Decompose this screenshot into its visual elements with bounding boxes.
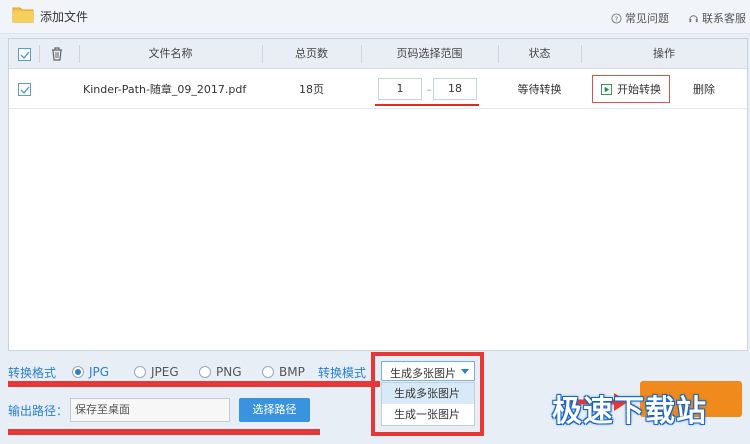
faq-label: 常见问题 — [625, 12, 669, 25]
faq-link[interactable]: ? 常见问题 — [611, 10, 669, 26]
service-label: 联系客服 — [702, 12, 746, 25]
output-path-label: 输出路径： — [8, 404, 69, 418]
watermark-logo: 极速下载站 — [552, 394, 707, 429]
radio-jpeg[interactable] — [134, 366, 146, 378]
chevron-down-icon — [461, 369, 469, 374]
format-label: 转换格式 — [8, 366, 57, 380]
range-highlight — [375, 104, 479, 106]
add-file-button[interactable]: 添加文件 — [40, 8, 88, 25]
table-row: Kinder-Path-随章_09_2017.pdf 18页 1 – 18 等待… — [9, 70, 747, 109]
contact-service-link[interactable]: 联系客服 — [688, 10, 746, 26]
question-icon: ? — [611, 12, 622, 24]
delete-link[interactable]: 删除 — [693, 70, 715, 109]
trash-icon[interactable] — [49, 46, 65, 62]
path-highlight-bar — [8, 429, 320, 435]
format-jpeg-label[interactable]: JPEG — [151, 365, 179, 379]
svg-text:?: ? — [615, 14, 619, 23]
select-all-checkbox[interactable] — [18, 48, 31, 61]
start-convert-label: 开始转换 — [617, 83, 661, 96]
mode-select-value: 生成多张图片 — [390, 367, 456, 380]
mode-option-multiple[interactable]: 生成多张图片 — [382, 383, 474, 404]
table-header: 文件名称 总页数 页码选择范围 状态 操作 — [9, 39, 747, 69]
radio-jpg[interactable] — [72, 366, 84, 378]
radio-bmp[interactable] — [262, 366, 274, 378]
column-divider — [39, 45, 40, 63]
mode-label: 转换模式 — [318, 366, 367, 380]
play-icon — [601, 83, 612, 95]
mode-option-single[interactable]: 生成一张图片 — [382, 404, 474, 425]
row-filename: Kinder-Path-随章_09_2017.pdf — [83, 83, 247, 96]
header-status: 状态 — [528, 47, 551, 60]
row-status: 等待转换 — [517, 83, 562, 96]
output-path-field[interactable]: 保存至桌面 — [70, 398, 230, 422]
file-list-panel: 文件名称 总页数 页码选择范围 状态 操作 Kinder-Path-随章_09_… — [8, 38, 748, 351]
format-highlight-bar — [8, 381, 380, 387]
header-pages: 总页数 — [295, 47, 328, 60]
header-filename: 文件名称 — [148, 47, 193, 60]
radio-png[interactable] — [199, 366, 211, 378]
row-pages: 18页 — [299, 83, 324, 96]
format-png-label[interactable]: PNG — [216, 365, 242, 379]
range-to-input[interactable]: 18 — [433, 78, 477, 100]
row-checkbox[interactable] — [18, 83, 31, 96]
header-range: 页码选择范围 — [396, 47, 463, 60]
choose-path-button[interactable]: 选择路径 — [239, 398, 310, 422]
format-bmp-label[interactable]: BMP — [279, 365, 305, 379]
headset-icon — [689, 14, 698, 22]
folder-icon[interactable] — [12, 5, 34, 23]
mode-dropdown: 生成多张图片 生成一张图片 — [381, 382, 475, 426]
top-toolbar: 添加文件 ? 常见问题 联系客服 — [0, 0, 750, 34]
format-jpg-label[interactable]: JPG — [89, 365, 109, 379]
range-from-input[interactable]: 1 — [378, 78, 422, 100]
header-action: 操作 — [653, 47, 675, 60]
mode-select[interactable]: 生成多张图片 — [381, 361, 475, 381]
start-convert-button[interactable]: 开始转换 — [592, 75, 670, 103]
